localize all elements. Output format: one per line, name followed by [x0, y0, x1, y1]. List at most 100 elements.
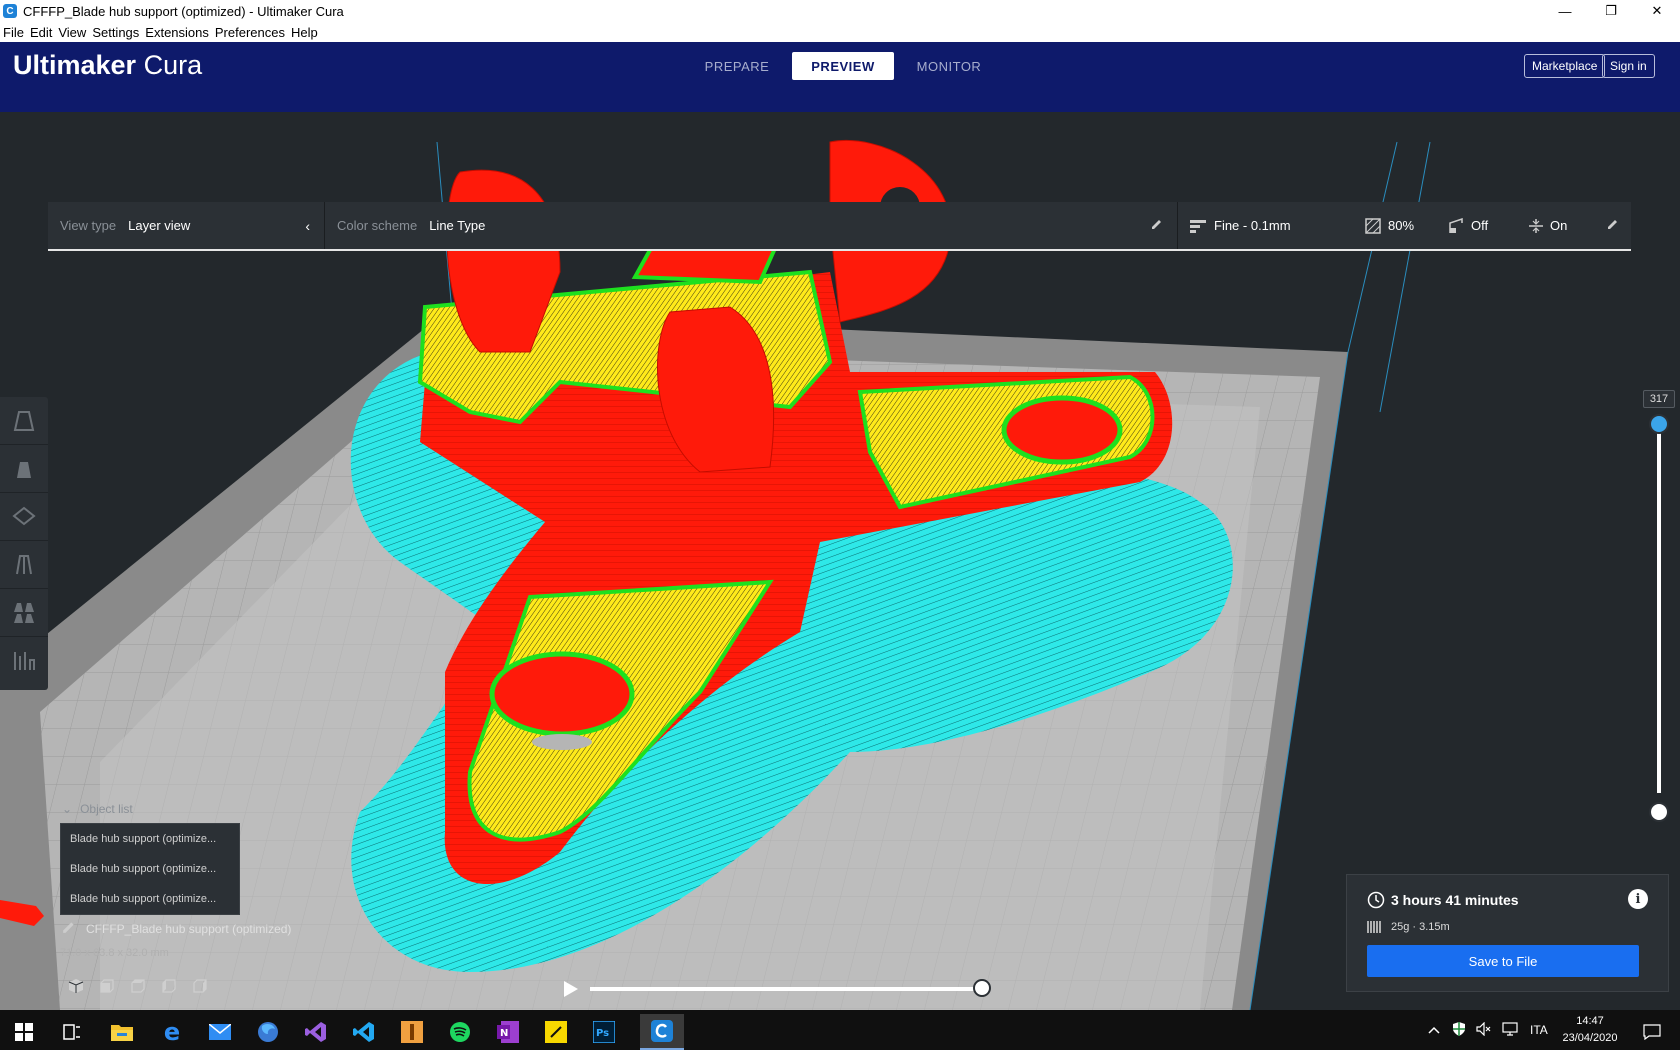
tab-preview[interactable]: PREVIEW — [792, 52, 894, 80]
rotate-tool-icon[interactable] — [0, 493, 48, 541]
menu-help[interactable]: Help — [291, 25, 318, 40]
adhesion-value: On — [1550, 218, 1568, 233]
path-slider-handle[interactable] — [973, 979, 991, 997]
clock-icon — [1367, 891, 1385, 909]
window-title: CFFFP_Blade hub support (optimized) - Ul… — [23, 3, 344, 19]
mirror-tool-icon[interactable] — [0, 541, 48, 589]
material-usage: 25g · 3.15m — [1391, 921, 1450, 933]
input-language[interactable]: ITA — [1530, 1023, 1548, 1037]
shield-icon[interactable] — [1452, 1021, 1466, 1040]
sign-in-button[interactable]: Sign in — [1602, 54, 1655, 78]
nozzle-head — [0, 900, 44, 926]
view-3d-icon[interactable] — [62, 976, 90, 996]
move-tool-icon[interactable] — [0, 397, 48, 445]
view-type-label: View type — [60, 218, 117, 233]
3d-viewport[interactable]: View type Layer view ‹ Color scheme Line… — [0, 112, 1680, 1010]
list-item[interactable]: Blade hub support (optimize... — [61, 824, 239, 854]
color-scheme-selector[interactable]: Color scheme Line Type — [325, 202, 1177, 249]
current-layer-badge: 317 — [1643, 390, 1675, 408]
tab-prepare[interactable]: PREPARE — [686, 52, 788, 80]
sticky-notes-icon[interactable] — [534, 1014, 578, 1050]
brand-product: Cura — [143, 50, 203, 80]
menu-extensions[interactable]: Extensions — [145, 25, 209, 40]
app-header: Ultimaker Cura PREPARE PREVIEW MONITOR M… — [0, 42, 1680, 112]
minimize-button[interactable]: — — [1542, 0, 1588, 22]
color-scheme-value: Line Type — [429, 218, 486, 233]
support-value: Off — [1471, 218, 1489, 233]
restore-button[interactable]: ❐ — [1588, 0, 1634, 22]
app-orange-icon[interactable] — [390, 1014, 434, 1050]
clock-time: 14:47 — [1576, 1015, 1604, 1027]
profile-value: Fine - 0.1mm — [1214, 218, 1291, 233]
network-icon[interactable] — [1502, 1021, 1518, 1039]
scale-tool-icon[interactable] — [0, 445, 48, 493]
job-name: CFFFP_Blade hub support (optimized) — [86, 921, 292, 936]
view-front-icon[interactable] — [93, 976, 121, 996]
photoshop-icon[interactable]: Ps — [582, 1014, 626, 1050]
menu-file[interactable]: File — [3, 25, 24, 40]
notification-center-icon[interactable] — [1630, 1014, 1674, 1050]
infill-value: 80% — [1388, 218, 1415, 233]
cura-app-icon: C — [3, 4, 17, 18]
per-model-settings-icon[interactable] — [0, 589, 48, 637]
menu-preferences[interactable]: Preferences — [215, 25, 285, 40]
print-information-panel: 3 hours 41 minutes i 25g · 3.15m Save to… — [1346, 874, 1669, 992]
menu-edit[interactable]: Edit — [30, 25, 52, 40]
layer-slider-upper-handle[interactable] — [1649, 414, 1669, 434]
view-settings-panel: View type Layer view ‹ Color scheme Line… — [48, 202, 1631, 251]
marketplace-button[interactable]: Marketplace — [1524, 54, 1606, 78]
play-icon[interactable] — [562, 979, 580, 999]
list-item[interactable]: Blade hub support (optimize... — [61, 854, 239, 884]
support-blocker-icon[interactable] — [0, 637, 48, 685]
mail-icon[interactable] — [198, 1014, 242, 1050]
stage-tabs: PREPARE PREVIEW MONITOR — [686, 52, 1004, 80]
menu-view[interactable]: View — [58, 25, 86, 40]
layer-slider-track[interactable] — [1657, 423, 1661, 793]
view-top-icon[interactable] — [124, 976, 152, 996]
infill-icon — [1365, 217, 1381, 234]
brand-name: Ultimaker — [13, 50, 137, 80]
vscode-icon[interactable] — [342, 1014, 386, 1050]
menu-settings[interactable]: Settings — [92, 25, 139, 40]
job-name-row[interactable]: CFFFP_Blade hub support (optimized) — [62, 920, 291, 937]
layer-slider-lower-handle[interactable] — [1649, 802, 1669, 822]
object-list: Blade hub support (optimize... Blade hub… — [60, 823, 240, 915]
print-settings-selector[interactable]: Fine - 0.1mm 80% Off On — [1178, 202, 1631, 249]
save-to-file-button[interactable]: Save to File — [1367, 945, 1639, 977]
view-right-icon[interactable] — [186, 976, 214, 996]
tray-chevron-up-icon[interactable] — [1428, 1023, 1440, 1037]
object-list-toggle[interactable]: ⌄ Object list — [62, 802, 133, 816]
model-dimensions: 71.0 x 63.8 x 32.0 mm — [60, 947, 169, 959]
close-button[interactable]: ✕ — [1634, 0, 1680, 22]
pencil-icon — [1607, 218, 1619, 233]
view-type-selector[interactable]: View type Layer view ‹ — [48, 202, 324, 249]
adhesion-icon — [1528, 218, 1544, 234]
volume-muted-icon[interactable] — [1476, 1021, 1492, 1039]
profile-icon — [1190, 219, 1206, 233]
brand-logo: Ultimaker Cura — [13, 50, 202, 81]
tab-monitor[interactable]: MONITOR — [898, 52, 1000, 80]
view-left-icon[interactable] — [155, 976, 183, 996]
spotify-icon[interactable] — [438, 1014, 482, 1050]
material-row: 25g · 3.15m — [1367, 919, 1450, 935]
pencil-icon — [62, 920, 76, 937]
view-type-value: Layer view — [128, 218, 191, 233]
task-view-icon[interactable] — [50, 1014, 94, 1050]
svg-text:Ps: Ps — [596, 1028, 609, 1039]
tool-sidebar — [0, 397, 48, 690]
print-time: 3 hours 41 minutes — [1391, 892, 1519, 908]
firefox-icon[interactable] — [246, 1014, 290, 1050]
info-icon[interactable]: i — [1628, 889, 1648, 909]
chevron-left-icon: ‹ — [305, 217, 310, 234]
onenote-icon[interactable]: N — [486, 1014, 530, 1050]
windows-start-icon[interactable] — [2, 1014, 46, 1050]
cura-taskbar-icon[interactable] — [640, 1014, 684, 1050]
edge-browser-icon[interactable]: e — [150, 1014, 194, 1050]
visual-studio-icon[interactable] — [294, 1014, 338, 1050]
path-slider-track[interactable] — [590, 987, 980, 991]
system-tray: ITA — [1428, 1010, 1560, 1050]
taskbar-clock[interactable]: 14:47 23/04/2020 — [1560, 1013, 1620, 1047]
window-title-bar: C CFFFP_Blade hub support (optimized) - … — [0, 0, 1680, 22]
list-item[interactable]: Blade hub support (optimize... — [61, 884, 239, 914]
file-explorer-icon[interactable] — [100, 1014, 144, 1050]
